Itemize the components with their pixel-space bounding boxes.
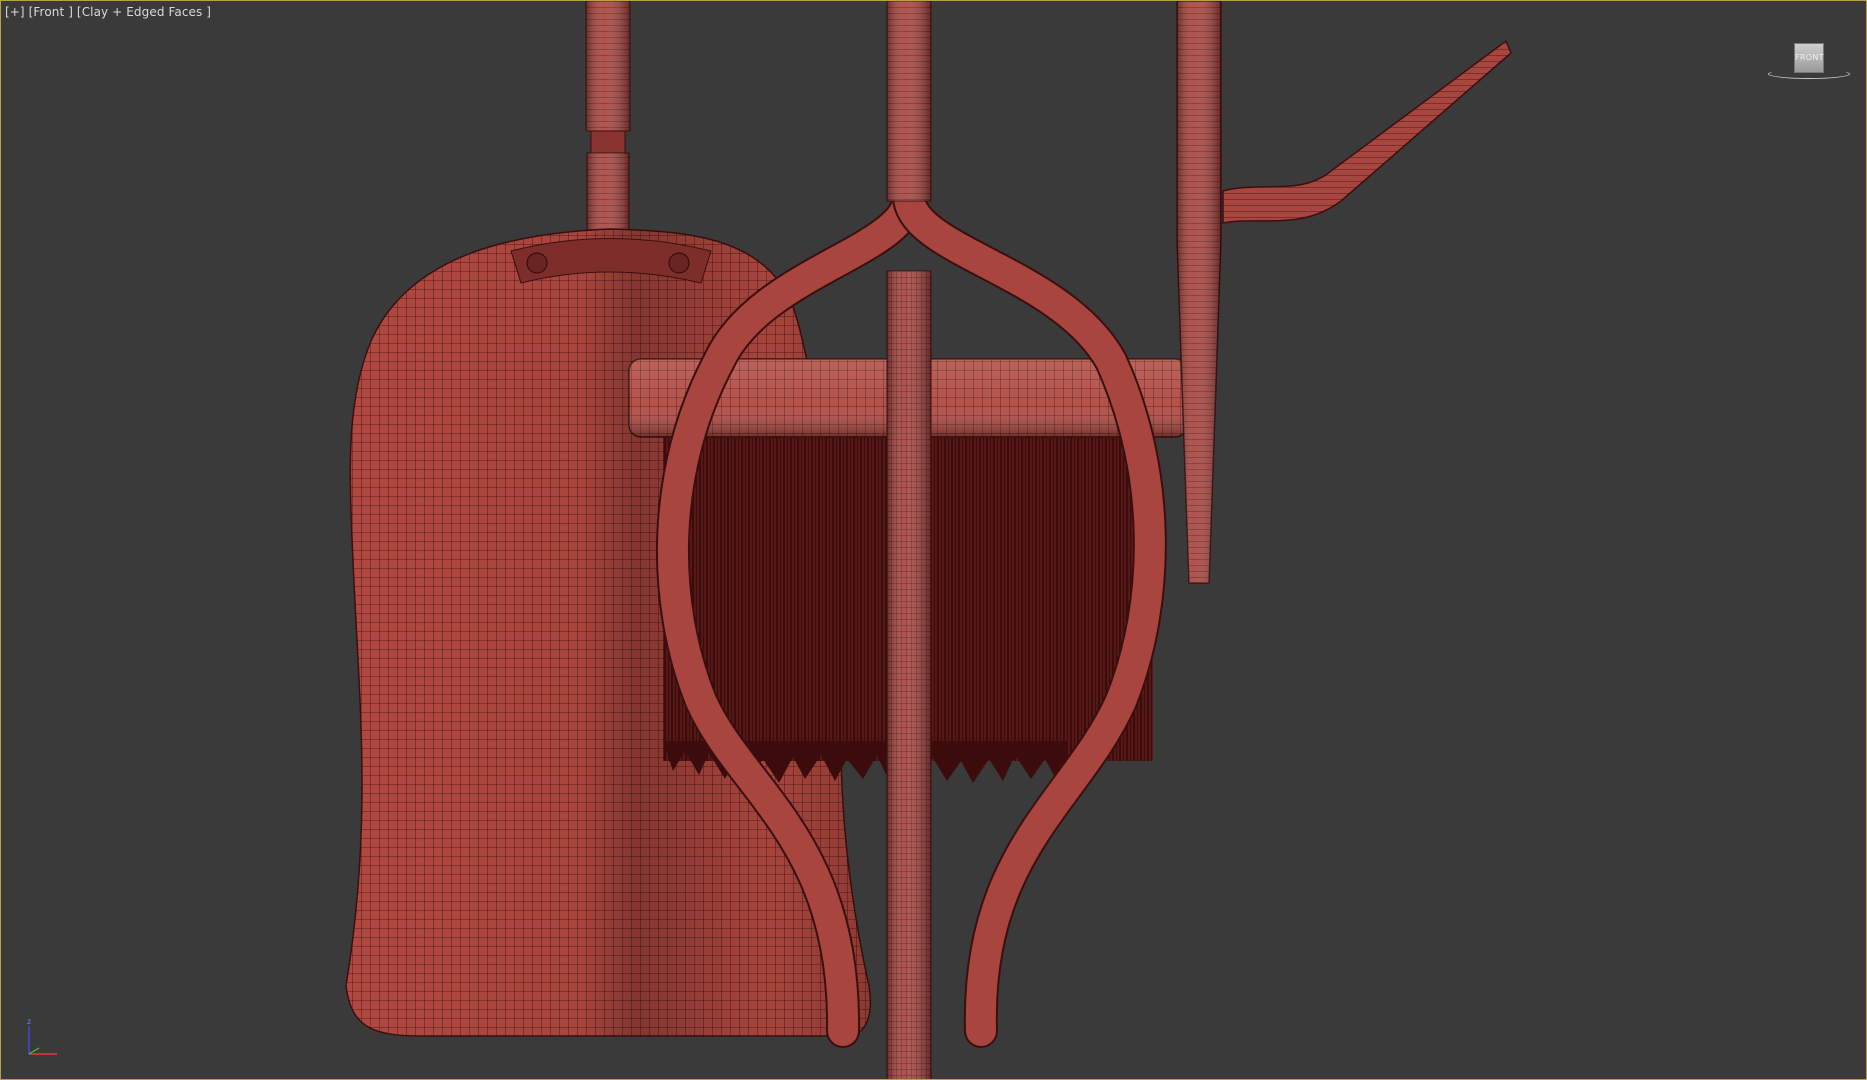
viewcube[interactable]: FRONT — [1766, 39, 1856, 89]
axis-tripod-icon: z — [27, 1017, 57, 1055]
axis-z-label: z — [27, 1017, 31, 1026]
viewport-front[interactable]: [+] [Front ] [Clay + Edged Faces ] FRONT… — [0, 0, 1867, 1080]
viewcube-compass-ring[interactable] — [1768, 69, 1850, 79]
poker-model[interactable] — [1176, 1, 1512, 584]
scene-render — [345, 1, 1512, 1079]
